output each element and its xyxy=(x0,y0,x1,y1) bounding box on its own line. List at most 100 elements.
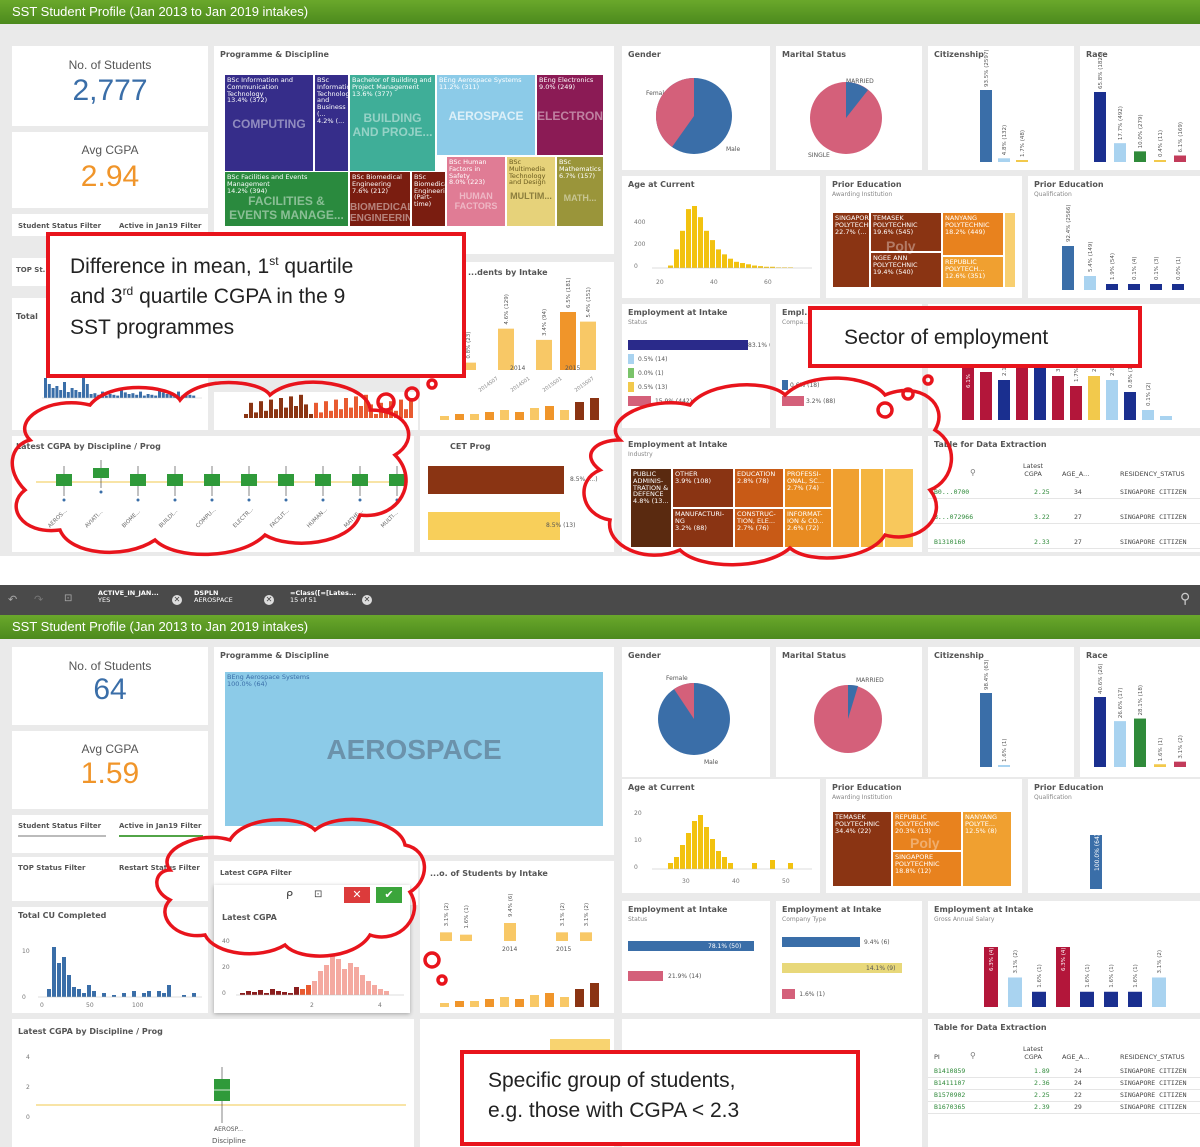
company-bar-1[interactable] xyxy=(782,380,788,390)
industry-other[interactable]: OTHER 3.9% (108) xyxy=(672,468,734,508)
tile-multimedia[interactable]: BSc Multimedia Technology and Design MULT… xyxy=(506,156,556,227)
industry-education[interactable]: EDUCATION 2.8% (78) xyxy=(734,468,784,508)
inst-nanyang-poly[interactable]: NANYANG POLYTECHNIC 18.2% (449) xyxy=(942,212,1004,256)
col-latest-cgpa[interactable]: Latest CGPA xyxy=(1018,462,1048,478)
table-cell-cgpa[interactable]: 1.89 xyxy=(1034,1067,1050,1075)
selection-chip-class[interactable]: =Class([=[Lates... 15 of 51 xyxy=(290,589,356,605)
selection-chip-dspln[interactable]: DSPLN AEROSPACE xyxy=(194,589,233,605)
table-cell-residency[interactable]: SINGAPORE CITIZEN xyxy=(1120,1079,1187,1087)
chip-remove-icon[interactable]: ✕ xyxy=(172,595,182,605)
inst-other[interactable] xyxy=(1004,212,1016,288)
total-cu-card: Total CU Completed 10 0 0 50 100 xyxy=(12,907,208,1013)
table-cell-cgpa[interactable]: 2.25 xyxy=(1034,488,1050,496)
inst-nanyang-poly[interactable]: NANYANG POLYTE... 12.5% (8) xyxy=(962,811,1012,887)
tile-aerospace[interactable]: BEng Aerospace Systems 100.0% (64) AEROSPA… xyxy=(224,671,604,827)
search-icon[interactable]: ⚲ xyxy=(1180,591,1190,607)
col-pi[interactable]: PI xyxy=(934,1053,940,1061)
table-cell-id[interactable]: B1670365 xyxy=(934,1103,965,1111)
table-cell-id[interactable]: B1310160 xyxy=(934,538,965,546)
table-cell-cgpa[interactable]: 2.25 xyxy=(1034,1091,1050,1099)
col-latest-cgpa[interactable]: Latest CGPA xyxy=(1018,1045,1048,1061)
industry-small-3[interactable] xyxy=(884,468,914,548)
tile-facilities[interactable]: BSc Facilities and Events Management 14.2… xyxy=(224,171,349,227)
emp-bar[interactable] xyxy=(628,971,664,981)
industry-professional[interactable]: PROFESSI- ONAL, SC... 2.7% (74) xyxy=(784,468,832,508)
table-cell-id[interactable]: B1570902 xyxy=(934,1091,965,1099)
industry-small-1[interactable] xyxy=(832,468,860,548)
table-cell-age[interactable]: 29 xyxy=(1074,1103,1082,1111)
gender-pie[interactable] xyxy=(622,647,770,777)
table-cell-id[interactable]: B1411107 xyxy=(934,1079,965,1087)
marital-pie[interactable] xyxy=(776,647,922,777)
cet-bar-1[interactable] xyxy=(428,466,564,494)
student-status-filter[interactable]: Student Status Filter xyxy=(18,222,101,230)
table-cell-age[interactable]: 22 xyxy=(1074,1091,1082,1099)
forward-icon[interactable]: ↷ xyxy=(34,593,43,606)
industry-infocomm[interactable]: INFORMAT- ION & CO... 2.6% (72) xyxy=(784,508,832,548)
col-residency[interactable]: RESIDENCY_STATUS xyxy=(1120,470,1185,478)
clear-selections-icon[interactable]: ⊡ xyxy=(64,593,72,604)
tile-mathematics[interactable]: BSc Mathematics 6.7% (157) MATH... xyxy=(556,156,604,227)
table-cell-age[interactable]: 24 xyxy=(1074,1067,1082,1075)
emp-bar[interactable] xyxy=(782,989,796,999)
industry-manufacturing[interactable]: MANUFACTURI- NG 3.2% (88) xyxy=(672,508,734,548)
tile-biomedical[interactable]: BSc Biomedical Engineering 7.6% (212) BIOM… xyxy=(349,171,411,227)
col-residency[interactable]: RESIDENCY_STATUS xyxy=(1120,1053,1185,1061)
emp-bar[interactable] xyxy=(628,382,634,392)
industry-small-2[interactable] xyxy=(860,468,884,548)
active-jan19-filter[interactable]: Active in Jan19 Filter xyxy=(119,222,202,230)
inst-republic-poly[interactable]: REPUBLIC POLYTECH... 12.6% (351) xyxy=(942,256,1004,288)
table-cell-id[interactable]: B0...0700 xyxy=(934,488,969,496)
top-status-filter[interactable]: TOP Status Filter xyxy=(18,864,85,872)
inst-singapore-poly[interactable]: SINGAPORE POLYTECHNIC 18.8% (12) xyxy=(892,851,962,887)
industry-public-admin[interactable]: PUBLIC ADMINIS- TRATION & DEFENCE 4.8% (1… xyxy=(630,468,672,548)
table-cell-id[interactable]: B1410859 xyxy=(934,1067,965,1075)
table-cell-id[interactable]: B...072966 xyxy=(934,513,973,521)
emp-bar[interactable] xyxy=(628,354,634,364)
tile-human-factors[interactable]: BSc Human Factors in Safety 8.0% (223) HUM… xyxy=(446,156,506,227)
table-cell-residency[interactable]: SINGAPORE CITIZEN xyxy=(1120,1091,1187,1099)
chip-remove-icon[interactable]: ✕ xyxy=(264,595,274,605)
cet-bar-2[interactable] xyxy=(428,512,560,540)
restart-status-filter[interactable]: Restart Status Filter xyxy=(119,864,200,872)
table-cell-residency[interactable]: SINGAPORE CITIZEN xyxy=(1120,538,1187,546)
col-age[interactable]: AGE_A... xyxy=(1062,470,1089,478)
table-cell-cgpa[interactable]: 3.22 xyxy=(1034,513,1050,521)
table-cell-residency[interactable]: SINGAPORE CITIZEN xyxy=(1120,513,1187,521)
table-cell-age[interactable]: 24 xyxy=(1074,1079,1082,1087)
chip-remove-icon[interactable]: ✕ xyxy=(362,595,372,605)
table-cell-residency[interactable]: SINGAPORE CITIZEN xyxy=(1120,1067,1187,1075)
gender-pie[interactable] xyxy=(622,46,770,170)
tile-electronics[interactable]: BEng Electronics9.0% (249)ELECTRON... xyxy=(536,74,604,156)
table-cell-cgpa[interactable]: 2.36 xyxy=(1034,1079,1050,1087)
table-cell-residency[interactable]: SINGAPORE CITIZEN xyxy=(1120,488,1187,496)
emp-bar[interactable] xyxy=(628,340,748,350)
table-cell-cgpa[interactable]: 2.39 xyxy=(1034,1103,1050,1111)
emp-bar[interactable] xyxy=(782,937,860,947)
latest-cgpa-histogram[interactable]: 40 20 0 2 4 xyxy=(214,885,410,1013)
tile-biomedical-pt[interactable]: BSc Biomedical Engineering (Part-time) xyxy=(411,171,446,227)
table-cell-cgpa[interactable]: 2.33 xyxy=(1034,538,1050,546)
inst-temasek-poly[interactable]: TEMASEK POLYTECHNIC 34.4% (22) xyxy=(832,811,892,887)
inst-singapore-poly[interactable]: SINGAPORE POLYTECHNIC22.7% (... xyxy=(832,212,870,288)
emp-bar[interactable] xyxy=(628,368,634,378)
industry-construction[interactable]: CONSTRUC- TION, ELE... 2.7% (76) xyxy=(734,508,784,548)
table-cell-age[interactable]: 34 xyxy=(1074,488,1082,496)
selection-chip-active[interactable]: ACTIVE_IN_JAN... YES xyxy=(98,589,159,605)
student-status-filter[interactable]: Student Status Filter xyxy=(18,822,101,830)
tile-aerospace[interactable]: BEng Aerospace Systems 11.2% (311) AEROSPA… xyxy=(436,74,536,156)
latest-cgpa-popup[interactable]: ᑭ ⊡ ✕ ✔ Latest CGPA 40 20 0 2 4 xyxy=(214,885,410,1013)
inst-ngee-ann-poly[interactable]: NGEE ANN POLYTECHNIC 19.4% (540) xyxy=(870,252,942,288)
table-cell-residency[interactable]: SINGAPORE CITIZEN xyxy=(1120,1103,1187,1111)
back-icon[interactable]: ↶ xyxy=(8,593,17,606)
table-cell-age[interactable]: 27 xyxy=(1074,538,1082,546)
emp-bar[interactable] xyxy=(628,396,651,406)
col-age[interactable]: AGE_A... xyxy=(1062,1053,1089,1061)
latest-cgpa-filter[interactable]: Latest CGPA Filter xyxy=(220,869,292,877)
table-cell-age[interactable]: 27 xyxy=(1074,513,1082,521)
company-bar-2[interactable] xyxy=(782,396,804,406)
active-jan19-filter[interactable]: Active in Jan19 Filter xyxy=(119,822,202,830)
marital-pie[interactable] xyxy=(776,46,922,170)
search-icon[interactable]: ⚲ xyxy=(970,468,976,477)
search-icon[interactable]: ⚲ xyxy=(970,1051,976,1060)
